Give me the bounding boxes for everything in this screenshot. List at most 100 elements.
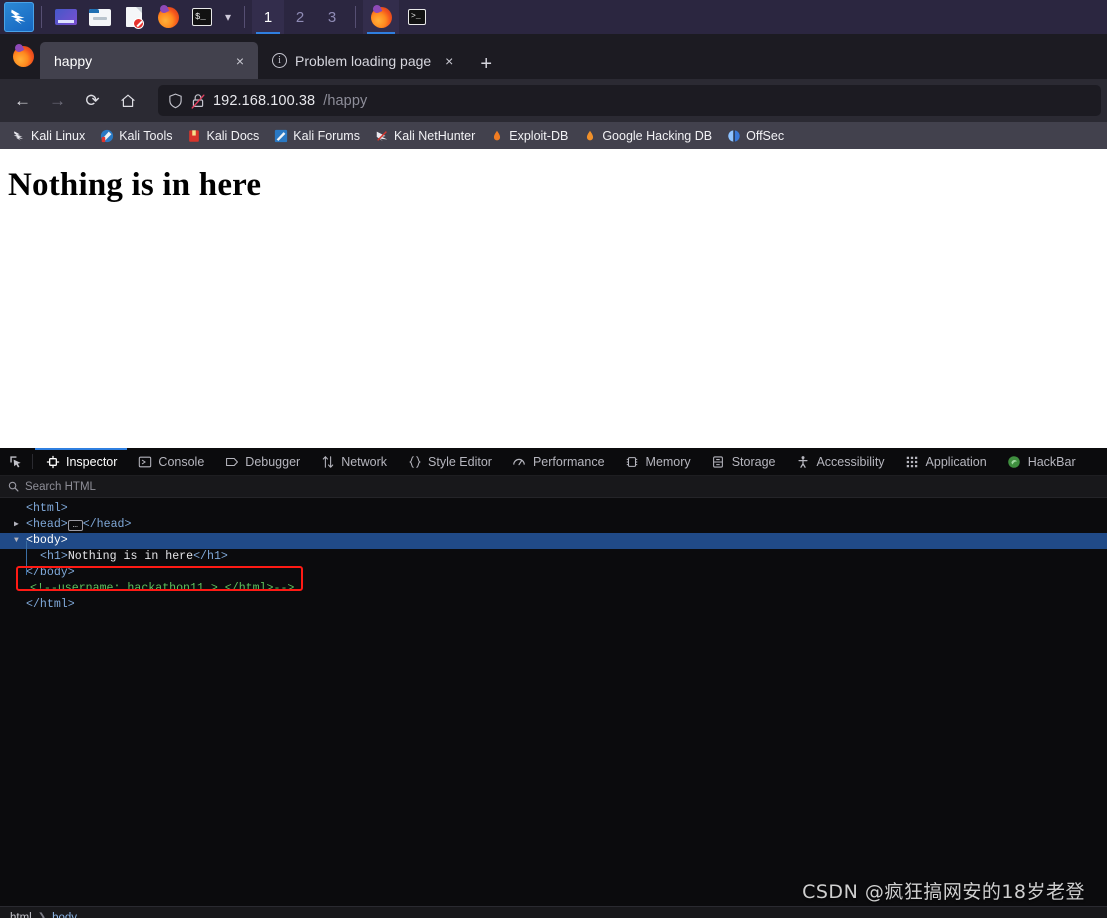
monitor-icon	[55, 9, 77, 25]
element-picker-icon[interactable]	[0, 448, 30, 475]
workspace-3[interactable]: 3	[316, 0, 348, 34]
bookmark-kali-tools[interactable]: Kali Tools	[94, 127, 178, 145]
magnifier-icon	[8, 481, 19, 492]
tab-title: Problem loading page	[295, 52, 432, 69]
tab-debugger[interactable]: Debugger	[214, 448, 310, 475]
terminal-icon: >_	[408, 9, 427, 25]
bookmark-google-hacking-db[interactable]: Google Hacking DB	[577, 127, 718, 145]
breadcrumb-item-body[interactable]: body	[52, 912, 77, 918]
dom-tag: </html>	[26, 598, 75, 611]
browser-tab-strip: happy × i Problem loading page × +	[0, 34, 1107, 79]
tab-label: Inspector	[66, 454, 118, 469]
dom-breadcrumb: html ❯ body	[0, 906, 1107, 918]
home-button[interactable]	[111, 84, 144, 117]
kali-tools-icon	[100, 129, 114, 143]
kali-docs-book-icon	[187, 129, 201, 143]
bookmark-kali-nethunter[interactable]: Kali NetHunter	[369, 127, 481, 145]
bookmark-kali-linux[interactable]: Kali Linux	[6, 127, 91, 145]
hackbar-green-fox-icon	[1007, 454, 1022, 469]
chevron-down-icon[interactable]: ▾	[219, 10, 237, 24]
tab-style-editor[interactable]: Style Editor	[397, 448, 502, 475]
csdn-watermark: CSDN @疯狂搞网安的18岁老登	[802, 881, 1085, 903]
bookmark-label: Exploit-DB	[509, 128, 569, 143]
info-circle-icon: i	[272, 53, 287, 68]
bookmark-label: Kali Linux	[31, 128, 86, 143]
tab-title: happy	[54, 52, 93, 69]
twisty-collapsed-icon[interactable]: ▶	[14, 517, 26, 533]
dom-tree[interactable]: <html> ▶ <head>… </head> ▼ <body> <h1> Nothi…	[0, 498, 1107, 906]
dom-node-h1[interactable]: <h1> Nothing is in here </h1>	[0, 549, 1107, 565]
close-icon[interactable]: ×	[230, 51, 250, 71]
breadcrumb-separator-icon: ❯	[37, 912, 47, 918]
taskbar-app-display-settings[interactable]	[51, 2, 81, 32]
running-window-terminal[interactable]: >_	[399, 0, 435, 34]
tab-memory[interactable]: Memory	[615, 448, 701, 475]
tab-label: Memory	[645, 454, 691, 469]
running-window-firefox[interactable]	[363, 0, 400, 34]
tab-network[interactable]: Network	[310, 448, 397, 475]
document-blocked-icon	[126, 7, 144, 29]
dom-node-html-open[interactable]: <html>	[0, 501, 1107, 517]
tab-application[interactable]: Application	[895, 448, 997, 475]
devtools-toolbar: Inspector Console Debugger Network Style…	[0, 448, 1107, 476]
collapsed-children-icon[interactable]: …	[67, 519, 83, 531]
taskbar-app-firefox[interactable]	[153, 2, 183, 32]
back-button[interactable]: ←	[6, 84, 39, 117]
exploit-db-icon	[490, 129, 504, 143]
dom-tag-close: </h1>	[193, 550, 228, 563]
bookmark-label: Kali Forums	[293, 128, 360, 143]
bookmark-offsec[interactable]: OffSec	[721, 127, 790, 145]
dom-node-body-open[interactable]: ▼ <body>	[0, 533, 1107, 549]
tracking-protection-shield-icon[interactable]	[168, 93, 183, 109]
bookmark-kali-forums[interactable]: Kali Forums	[268, 127, 366, 145]
tab-performance[interactable]: Performance	[502, 448, 615, 475]
terminal-icon: $_	[192, 8, 212, 26]
insecure-connection-icon[interactable]	[191, 93, 205, 109]
kali-dragon-icon	[10, 9, 26, 25]
twisty-expanded-icon[interactable]: ▼	[14, 533, 26, 549]
firefox-icon	[370, 6, 392, 28]
workspace-1[interactable]: 1	[252, 0, 285, 34]
tab-storage[interactable]: Storage	[701, 448, 786, 475]
braces-icon	[407, 454, 422, 469]
taskbar-app-text-editor[interactable]	[119, 2, 149, 32]
application-grid-icon	[905, 454, 920, 469]
tab-inspector[interactable]: Inspector	[35, 448, 128, 475]
dom-node-comment[interactable]: <!--username: hackathon11 > </html>-->	[0, 581, 1107, 597]
blocked-badge-icon	[133, 18, 144, 29]
tab-label: Accessibility	[816, 454, 885, 469]
firefox-icon	[12, 46, 34, 67]
browser-tab-happy[interactable]: happy ×	[40, 42, 258, 79]
browser-tab-problem-loading[interactable]: i Problem loading page ×	[258, 42, 467, 79]
bookmark-label: Kali NetHunter	[393, 128, 476, 143]
offsec-icon	[727, 129, 741, 143]
kali-menu-button[interactable]	[4, 2, 34, 32]
bookmark-kali-docs[interactable]: Kali Docs	[181, 127, 265, 145]
reload-button[interactable]: ⟳	[76, 84, 109, 117]
address-bar[interactable]: 192.168.100.38/happy	[158, 85, 1101, 116]
dom-node-body-close: </body>	[0, 565, 1107, 581]
taskbar-divider-2	[244, 6, 246, 28]
dom-tag: </body>	[26, 566, 75, 579]
taskbar-app-terminal[interactable]: $_	[187, 2, 217, 32]
close-icon[interactable]: ×	[439, 51, 459, 71]
storage-drawer-icon	[711, 454, 726, 469]
breadcrumb-item-html[interactable]: html	[10, 912, 32, 918]
tab-console[interactable]: Console	[127, 448, 214, 475]
network-arrows-icon	[320, 454, 335, 469]
gauge-icon	[512, 454, 527, 469]
forward-button[interactable]: →	[41, 84, 74, 117]
dom-search-bar[interactable]: Search HTML	[0, 476, 1107, 498]
tab-hackbar[interactable]: HackBar	[997, 448, 1086, 475]
workspace-2[interactable]: 2	[284, 0, 316, 34]
tab-label: Performance	[532, 454, 605, 469]
screen: $_ ▾ 1 2 3 >_ happy × i Problem loading …	[0, 0, 1107, 918]
bookmark-exploit-db[interactable]: Exploit-DB	[484, 127, 574, 145]
tab-label: Debugger	[245, 454, 301, 469]
tab-accessibility[interactable]: Accessibility	[785, 448, 894, 475]
dom-node-head[interactable]: ▶ <head>… </head>	[0, 517, 1107, 533]
page-title: Nothing is in here	[8, 167, 262, 203]
folder-icon	[89, 8, 111, 26]
new-tab-button[interactable]: +	[471, 49, 501, 79]
taskbar-app-file-manager[interactable]	[85, 2, 115, 32]
